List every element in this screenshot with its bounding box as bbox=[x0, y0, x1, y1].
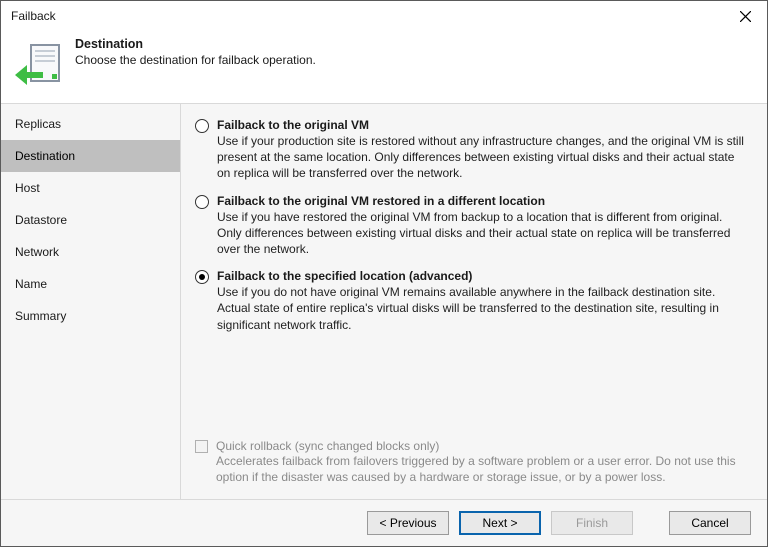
option-title: Failback to the specified location (adva… bbox=[217, 269, 747, 283]
quick-rollback-desc: Accelerates failback from failovers trig… bbox=[216, 453, 747, 485]
step-network[interactable]: Network bbox=[1, 236, 180, 268]
option-desc: Use if you do not have original VM remai… bbox=[217, 284, 747, 333]
close-icon bbox=[740, 11, 751, 22]
titlebar: Failback bbox=[1, 1, 767, 31]
wizard-steps-sidebar: Replicas Destination Host Datastore Netw… bbox=[1, 104, 181, 499]
quick-rollback-checkbox bbox=[195, 440, 208, 453]
wizard-header: Destination Choose the destination for f… bbox=[1, 31, 767, 103]
step-name[interactable]: Name bbox=[1, 268, 180, 300]
main-panel: Failback to the original VM Use if your … bbox=[181, 104, 767, 499]
failback-wizard-window: Failback Destination Choose the destinat… bbox=[0, 0, 768, 547]
window-title: Failback bbox=[11, 9, 723, 23]
quick-rollback-title: Quick rollback (sync changed blocks only… bbox=[216, 439, 747, 453]
next-button[interactable]: Next > bbox=[459, 511, 541, 535]
step-host[interactable]: Host bbox=[1, 172, 180, 204]
option-original-vm[interactable]: Failback to the original VM Use if your … bbox=[195, 118, 747, 182]
step-replicas[interactable]: Replicas bbox=[1, 108, 180, 140]
option-specified-location[interactable]: Failback to the specified location (adva… bbox=[195, 269, 747, 333]
cancel-button[interactable]: Cancel bbox=[669, 511, 751, 535]
failback-icon bbox=[15, 41, 63, 89]
finish-button: Finish bbox=[551, 511, 633, 535]
option-desc: Use if your production site is restored … bbox=[217, 133, 747, 182]
option-original-vm-different-location[interactable]: Failback to the original VM restored in … bbox=[195, 194, 747, 258]
close-button[interactable] bbox=[723, 1, 767, 31]
page-subtitle: Choose the destination for failback oper… bbox=[75, 53, 316, 67]
radio-original-vm[interactable] bbox=[195, 119, 209, 133]
step-summary[interactable]: Summary bbox=[1, 300, 180, 332]
step-datastore[interactable]: Datastore bbox=[1, 204, 180, 236]
header-text: Destination Choose the destination for f… bbox=[75, 37, 316, 67]
radio-original-vm-different-location[interactable] bbox=[195, 195, 209, 209]
quick-rollback-option: Quick rollback (sync changed blocks only… bbox=[195, 439, 747, 485]
page-title: Destination bbox=[75, 37, 316, 51]
option-title: Failback to the original VM bbox=[217, 118, 747, 132]
wizard-body: Replicas Destination Host Datastore Netw… bbox=[1, 103, 767, 500]
radio-specified-location[interactable] bbox=[195, 270, 209, 284]
wizard-footer: < Previous Next > Finish Cancel bbox=[1, 500, 767, 546]
option-desc: Use if you have restored the original VM… bbox=[217, 209, 747, 258]
option-title: Failback to the original VM restored in … bbox=[217, 194, 747, 208]
destination-options: Failback to the original VM Use if your … bbox=[195, 118, 747, 439]
previous-button[interactable]: < Previous bbox=[367, 511, 449, 535]
step-destination[interactable]: Destination bbox=[1, 140, 180, 172]
